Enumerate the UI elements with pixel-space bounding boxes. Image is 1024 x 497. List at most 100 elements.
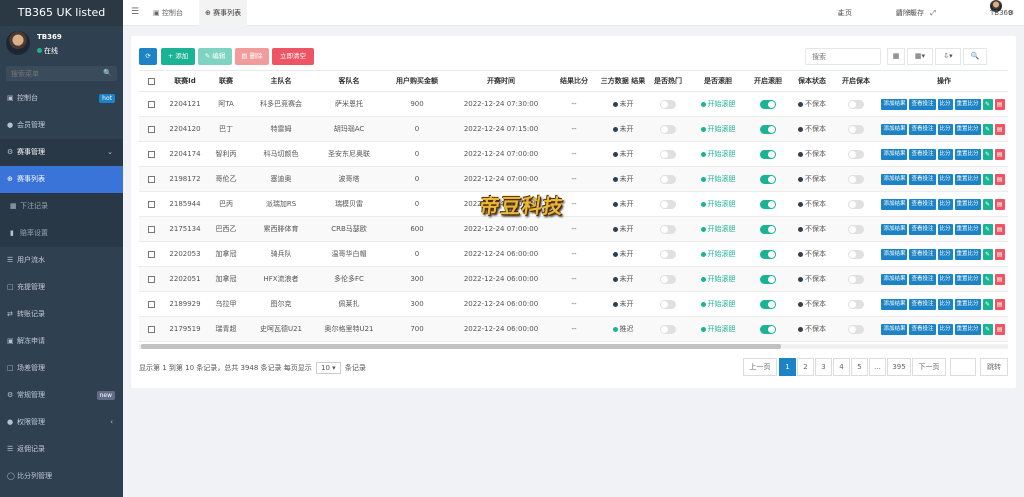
sidebar-item-transfers[interactable]: ⇄ 转账记录 [0, 301, 123, 328]
delete-row-trash-icon[interactable]: ▤ [994, 173, 1005, 185]
translate-icon[interactable]: ☷ [908, 0, 914, 26]
table-row[interactable]: 2204174 智利丙 科马切颜色 圣安东尼奥联 0 2022-12-24 07:00:0… [139, 141, 1008, 167]
columns-button[interactable]: ▦▾ [907, 48, 933, 65]
page-5[interactable]: 5 [851, 358, 868, 376]
add-result-button[interactable]: 添加结果 [881, 248, 908, 260]
col-result[interactable]: 三方数据 结果 [598, 70, 648, 92]
keep-toggle[interactable] [848, 274, 864, 284]
edit-button[interactable]: ✎ 编辑 [198, 48, 232, 65]
reset-score-button[interactable]: 重置比分 [954, 123, 981, 135]
edit-row-pencil-icon[interactable]: ✎ [982, 173, 993, 185]
keep-toggle[interactable] [848, 224, 864, 234]
row-select[interactable] [139, 91, 164, 117]
col-away[interactable]: 客队名 [316, 70, 382, 92]
add-result-button[interactable]: 添加结果 [881, 198, 908, 210]
keep-toggle[interactable] [848, 124, 864, 134]
view-bets-button[interactable]: 查看投注 [909, 298, 936, 310]
delete-row-trash-icon[interactable]: ▤ [994, 273, 1005, 285]
delete-row-trash-icon[interactable]: ▤ [994, 248, 1005, 260]
score-button[interactable]: 比分 [937, 223, 953, 235]
rolling-toggle[interactable] [760, 99, 776, 109]
col-hot[interactable]: 是否热门 [648, 70, 688, 92]
row-checkbox[interactable] [148, 225, 155, 233]
keep-toggle[interactable] [848, 249, 864, 259]
add-result-button[interactable]: 添加结果 [881, 273, 908, 285]
tab-match-list[interactable]: ⊕ 赛事列表 [199, 0, 248, 26]
menu-toggle-icon[interactable]: ☰ [131, 7, 139, 17]
horizontal-scrollbar[interactable] [139, 344, 1008, 349]
sidebar-item-general[interactable]: ⚙ 常规管理 new [0, 382, 123, 409]
col-id[interactable]: 联赛Id [164, 70, 206, 92]
delete-row-trash-icon[interactable]: ▤ [994, 298, 1005, 310]
rolling-toggle[interactable] [760, 299, 776, 309]
add-button[interactable]: + 添加 [161, 48, 195, 65]
avatar[interactable] [6, 31, 30, 55]
add-result-button[interactable]: 添加结果 [881, 323, 908, 335]
refresh-button[interactable]: ⟳ [139, 48, 157, 65]
delete-row-trash-icon[interactable]: ▤ [994, 198, 1005, 210]
col-keep[interactable]: 保本状态 [788, 70, 836, 92]
select-all-checkbox[interactable] [148, 77, 155, 85]
sidebar-item-dashboard[interactable]: ▣ 控制台 hot [0, 85, 123, 112]
view-bets-button[interactable]: 查看投注 [909, 323, 936, 335]
table-row[interactable]: 2202053 加拿冠 骑兵队 温哥华白帽 0 2022-12-24 06:00:00 --… [139, 241, 1008, 267]
hot-toggle[interactable] [660, 149, 676, 159]
score-button[interactable]: 比分 [937, 98, 953, 110]
edit-row-pencil-icon[interactable]: ✎ [982, 323, 993, 335]
sidebar-item-matches[interactable]: ⚙ 赛事管理 ⌄ [0, 139, 123, 166]
sidebar-item-field-diff[interactable]: □ 场差管理 [0, 355, 123, 382]
row-checkbox[interactable] [148, 125, 155, 133]
hot-toggle[interactable] [660, 224, 676, 234]
row-checkbox[interactable] [148, 275, 155, 283]
table-row[interactable]: 2179519 瑞青超 史呵瓦德U21 奥尔格里特U21 700 2022-12-24 0… [139, 316, 1008, 342]
hot-toggle[interactable] [660, 274, 676, 284]
hot-toggle[interactable] [660, 124, 676, 134]
delete-row-trash-icon[interactable]: ▤ [994, 223, 1005, 235]
prev-page-button[interactable]: 上一页 [743, 358, 777, 376]
row-checkbox[interactable] [148, 300, 155, 308]
keep-toggle[interactable] [848, 299, 864, 309]
rolling-toggle[interactable] [760, 174, 776, 184]
sidebar-item-deposit-withdraw[interactable]: □ 充提管理 [0, 274, 123, 301]
toggle-view-button[interactable]: ▦ [887, 48, 905, 65]
sidebar-item-unfreeze[interactable]: ▣ 解冻申请 [0, 328, 123, 355]
row-select[interactable] [139, 141, 164, 167]
menu-search-input[interactable] [6, 66, 117, 81]
score-button[interactable]: 比分 [937, 323, 953, 335]
page-last[interactable]: 395 [887, 358, 911, 376]
view-bets-button[interactable]: 查看投注 [909, 98, 936, 110]
table-row[interactable]: 2185944 巴丙 派瑞加RS 瑞模贝雷 0 2022-12-24 07:00:00 --… [139, 191, 1008, 217]
row-select[interactable] [139, 266, 164, 292]
rolling-toggle[interactable] [760, 224, 776, 234]
next-page-button[interactable]: 下一页 [912, 358, 946, 376]
add-result-button[interactable]: 添加结果 [881, 148, 908, 160]
keep-toggle[interactable] [848, 174, 864, 184]
score-button[interactable]: 比分 [937, 248, 953, 260]
table-row[interactable]: 2189929 乌拉甲 图尔克 佩莱扎 300 2022-12-24 06:00:00 --… [139, 291, 1008, 317]
row-select[interactable] [139, 241, 164, 267]
row-checkbox[interactable] [148, 100, 155, 108]
keep-toggle[interactable] [848, 199, 864, 209]
sidebar-item-match-list[interactable]: ⊕ 赛事列表 [0, 166, 123, 193]
hot-toggle[interactable] [660, 299, 676, 309]
sidebar-item-odds-settings[interactable]: ▮ 赔率设置 [0, 220, 123, 247]
reset-score-button[interactable]: 重置比分 [954, 198, 981, 210]
score-button[interactable]: 比分 [937, 173, 953, 185]
delete-row-trash-icon[interactable]: ▤ [994, 98, 1005, 110]
delete-row-trash-icon[interactable]: ▤ [994, 323, 1005, 335]
sidebar-item-score-columns[interactable]: ◯ 比分列管理 [0, 463, 123, 490]
score-button[interactable]: 比分 [937, 273, 953, 285]
edit-row-pencil-icon[interactable]: ✎ [982, 198, 993, 210]
sidebar-item-members[interactable]: ● 会员管理 [0, 112, 123, 139]
tab-dashboard[interactable]: ▣ 控制台 [147, 0, 189, 26]
col-keep-toggle[interactable]: 开启保本 [836, 70, 876, 92]
reset-score-button[interactable]: 重置比分 [954, 98, 981, 110]
delete-row-trash-icon[interactable]: ▤ [994, 123, 1005, 135]
col-time[interactable]: 开赛时间 [452, 70, 550, 92]
score-button[interactable]: 比分 [937, 298, 953, 310]
keep-toggle[interactable] [848, 99, 864, 109]
delete-button[interactable]: ▤ 删除 [235, 48, 269, 65]
sidebar-item-user-flow[interactable]: ☰ 用户流水 [0, 247, 123, 274]
search-button[interactable]: 🔍 [963, 48, 987, 65]
table-search-input[interactable] [806, 49, 880, 64]
